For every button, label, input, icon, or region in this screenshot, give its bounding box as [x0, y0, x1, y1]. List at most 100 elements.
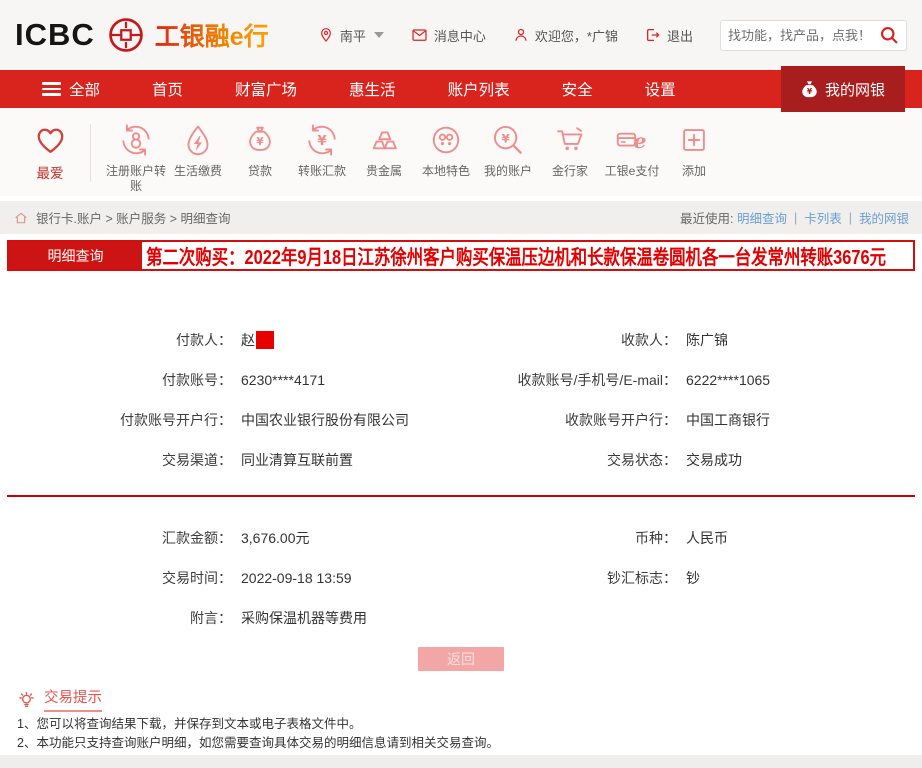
nav-settings[interactable]: 设置 [619, 70, 702, 108]
form-row: 付款人： 赵 收款人： 陈广锦 [8, 320, 922, 360]
toolbar-divider [90, 124, 91, 182]
brand-name: 工银融e行 [155, 17, 269, 53]
register-transfer-icon [117, 121, 155, 159]
svg-text:¥: ¥ [501, 131, 510, 145]
recent-link-card-list[interactable]: 卡列表 [804, 208, 842, 227]
tab-detail-query[interactable]: 明细查询 [9, 242, 142, 269]
payer-value: 赵 [241, 332, 255, 348]
link-separator: | [848, 210, 852, 225]
toolbar-label: 贷款 [247, 164, 272, 178]
toolbar-item-register-transfer[interactable]: 注册账户转账 [105, 121, 167, 194]
nav-all[interactable]: 全部 [16, 70, 126, 108]
toolbar-item-loan[interactable]: ¥ 贷款 [229, 121, 291, 179]
toolbar-label: 我的账户 [483, 164, 532, 178]
nav-account-list[interactable]: 账户列表 [422, 70, 536, 108]
form-row: 汇款金额： 3,676.00元 币种： 人民币 [8, 518, 922, 558]
icbc-logo-text: ICBC [15, 17, 95, 52]
toolbar-label: 本地特色 [421, 164, 470, 178]
search-box [720, 19, 907, 51]
svg-text:¥: ¥ [807, 87, 813, 96]
payee-bank-value: 中国工商银行 [686, 412, 770, 428]
heart-icon [32, 121, 69, 158]
footer-strip [0, 755, 922, 768]
money-bag-icon: ¥ [241, 121, 279, 159]
status-label: 交易状态： [607, 452, 677, 468]
tip-line-2: 2、本功能只支持查询账户明细，如您需要查询具体交易的明细信息请到相关交易查询。 [17, 736, 499, 750]
payee-bank-label: 收款账号开户行： [565, 412, 677, 428]
purchase-annotation: 第二次购买：2022年9月18日江苏徐州客户购买保温压边机和长款保温卷圆机各一台… [146, 247, 887, 269]
bulb-icon [17, 690, 36, 709]
redacted-block [256, 331, 274, 349]
add-icon [675, 121, 713, 159]
my-ebank-label: 我的网银 [824, 81, 885, 99]
toolbar-item-favorite[interactable]: 最爱 [22, 121, 78, 182]
nav-security[interactable]: 安全 [536, 70, 619, 108]
message-center-link[interactable]: 消息中心 [411, 26, 486, 45]
icbc-emblem-icon [107, 16, 145, 54]
envelope-icon [411, 28, 428, 43]
toolbar-item-my-account[interactable]: ¥ 我的账户 [477, 121, 539, 179]
svg-text:¥: ¥ [256, 136, 264, 148]
my-ebank-ribbon[interactable]: ¥ 我的网银 [781, 66, 905, 112]
user-icon [513, 27, 529, 43]
nav-home[interactable]: 首页 [126, 70, 209, 108]
toolbar-item-local-features[interactable]: 本地特色 [415, 121, 477, 179]
channel-value: 同业清算互联前置 [241, 452, 353, 468]
header-right: 南平 消息中心 欢迎您，*广锦 退出 找功能，找产品，点我！ [318, 19, 907, 51]
payee-account-label: 收款账号/手机号/E-mail： [517, 372, 677, 388]
location-selector[interactable]: 南平 [318, 26, 384, 45]
home-icon [13, 210, 29, 226]
breadcrumb-path: 银行卡.账户 > 账户服务 > 明细查询 [36, 212, 231, 226]
recent-used: 最近使用: 明细查询 | 卡列表 | 我的网银 [680, 208, 909, 227]
nav-label: 财富广场 [235, 82, 298, 99]
back-button[interactable]: 返回 [418, 647, 504, 671]
toolbar-item-epay[interactable]: e 工银e支付 [601, 121, 663, 179]
shopping-cart-icon [551, 121, 589, 159]
nav-wealth-plaza[interactable]: 财富广场 [209, 70, 323, 108]
detail-title-row: 明细查询 第二次购买：2022年9月18日江苏徐州客户购买保温压边机和长款保温卷… [7, 240, 915, 271]
life-payment-icon [179, 121, 217, 159]
toolbar-label: 注册账户转账 [105, 164, 166, 193]
nav-all-label: 全部 [69, 82, 101, 99]
toolbar-label: 添加 [681, 164, 706, 178]
amount-label: 汇款金额： [162, 530, 232, 546]
chevron-down-icon [373, 32, 384, 38]
nav-label: 账户列表 [447, 82, 510, 99]
channel-label: 交易渠道： [162, 452, 232, 468]
toolbar-item-add[interactable]: 添加 [663, 121, 725, 179]
icbc-ebank-page: ICBC 工银融e行 南平 消息中心 欢迎您，*广锦 退出 找功能，找产品，点我… [0, 0, 922, 768]
recent-link-detail-query[interactable]: 明细查询 [737, 208, 787, 227]
quick-toolbar: 最爱 注册账户转账 生活缴费 ¥ 贷款 ¥ 转账汇款 贵金属 本地特色 ¥ 我的… [0, 108, 922, 196]
nav-life[interactable]: 惠生活 [323, 70, 422, 108]
toolbar-item-precious-metals[interactable]: 贵金属 [353, 121, 415, 179]
tip-line-1: 1、您可以将查询结果下载，并保存到文本或电子表格文件中。 [17, 717, 362, 731]
top-header: ICBC 工银融e行 南平 消息中心 欢迎您，*广锦 退出 找功能，找产品，点我… [0, 0, 922, 70]
detail-card: 明细查询 第二次购买：2022年9月18日江苏徐州客户购买保温压边机和长款保温卷… [0, 234, 922, 671]
logout-icon [645, 27, 661, 43]
payer-account-value: 6230****4171 [241, 372, 326, 388]
toolbar-label: 生活缴费 [173, 164, 222, 178]
breadcrumb[interactable]: 银行卡.账户 > 账户服务 > 明细查询 [13, 208, 230, 227]
search-icon[interactable] [879, 25, 899, 45]
annotation-wrap: 第二次购买：2022年9月18日江苏徐州客户购买保温压边机和长款保温卷圆机各一台… [142, 242, 913, 269]
location-pin-icon [318, 27, 334, 43]
payer-label: 付款人： [176, 332, 232, 348]
toolbar-item-gold-expert[interactable]: 金行家 [539, 121, 601, 179]
location-label: 南平 [339, 28, 366, 44]
toolbar-item-life-payment[interactable]: 生活缴费 [167, 121, 229, 179]
toolbar-item-transfer-remit[interactable]: ¥ 转账汇款 [291, 121, 353, 179]
payee-value: 陈广锦 [686, 332, 728, 348]
memo-value: 采购保温机器等费用 [241, 610, 367, 626]
toolbar-label: 工银e支付 [604, 164, 660, 178]
time-label: 交易时间： [162, 570, 232, 586]
transfer-parties-section: 付款人： 赵 收款人： 陈广锦 付款账号： 6230****4171 收款账号/… [0, 271, 922, 480]
payer-bank-value: 中国农业银行股份有限公司 [241, 412, 409, 428]
welcome-user[interactable]: 欢迎您，*广锦 [513, 26, 618, 45]
search-input[interactable] [728, 27, 879, 43]
currency-label: 币种： [635, 530, 677, 546]
button-row: 返回 [0, 647, 922, 671]
breadcrumb-band: 银行卡.账户 > 账户服务 > 明细查询 最近使用: 明细查询 | 卡列表 | … [0, 201, 922, 234]
logout-button[interactable]: 退出 [645, 26, 693, 45]
recent-link-my-ebank[interactable]: 我的网银 [859, 208, 909, 227]
form-row: 交易时间： 2022-09-18 13:59 钞汇标志： 钞 [8, 558, 922, 598]
